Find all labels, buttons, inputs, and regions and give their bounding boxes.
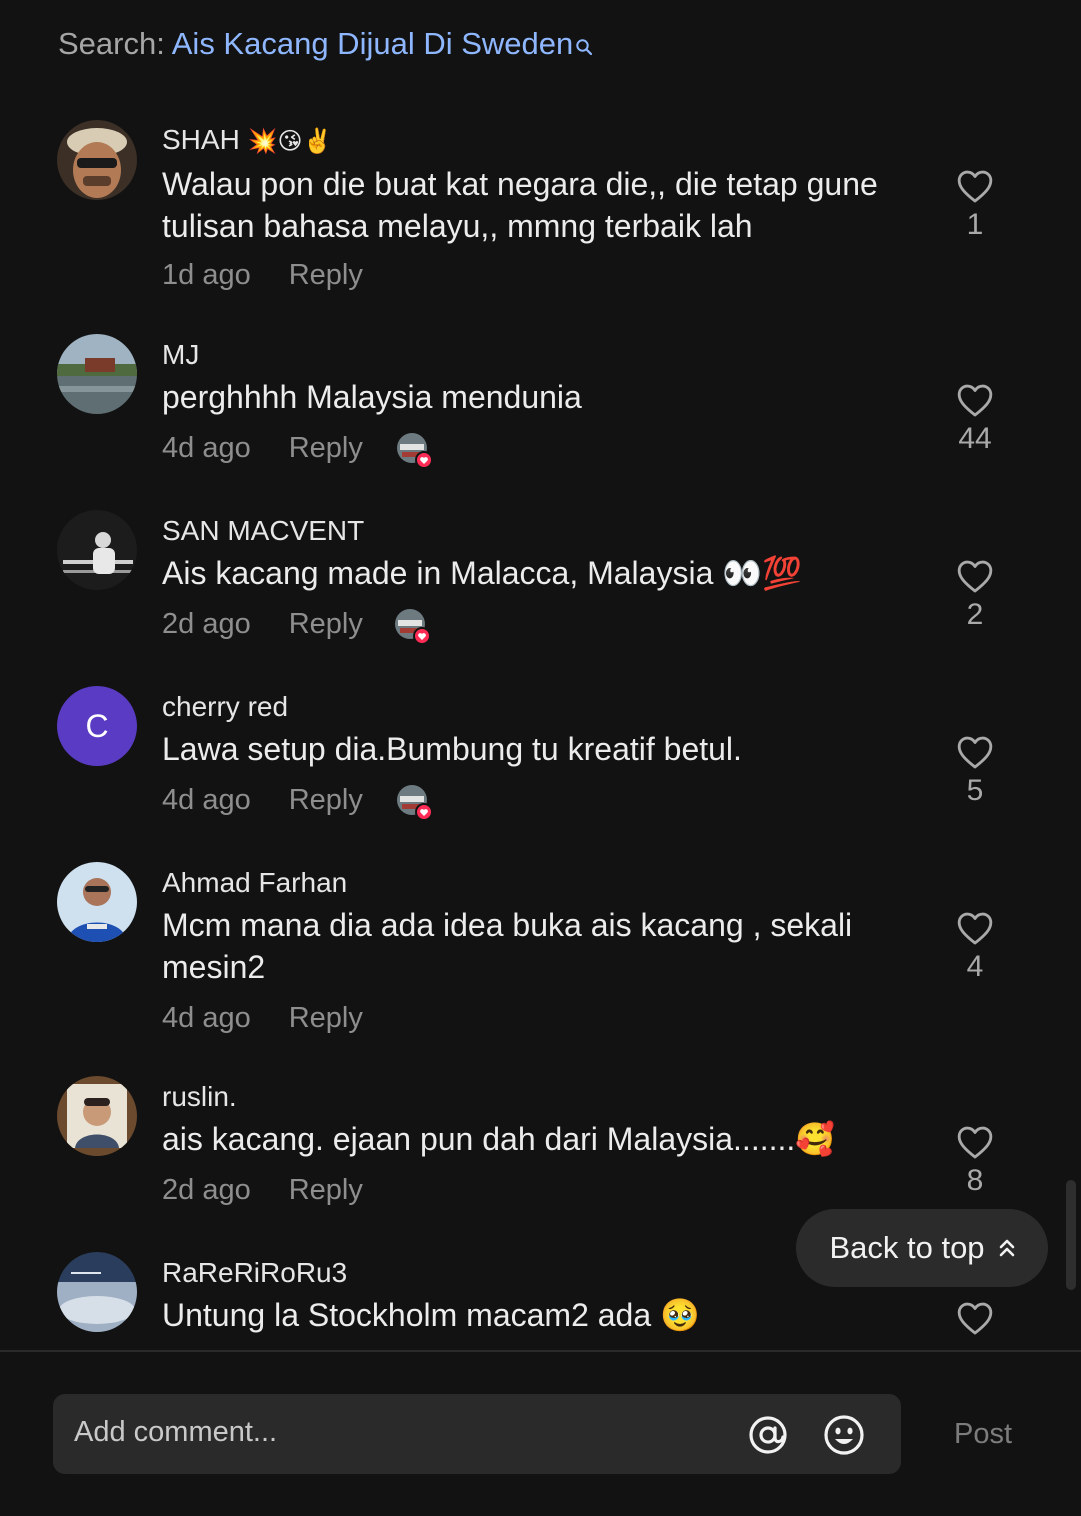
creator-liked-badge bbox=[396, 432, 433, 469]
heart-outline-icon bbox=[957, 1126, 993, 1159]
avatar[interactable] bbox=[57, 334, 137, 414]
comment-time: 4d ago bbox=[162, 784, 251, 816]
heart-outline-icon bbox=[957, 736, 993, 769]
heart-outline-icon bbox=[957, 170, 993, 203]
comment-username[interactable]: SAN MACVENT bbox=[162, 515, 364, 547]
username-emoji: 💥😘✌️ bbox=[247, 128, 333, 155]
back-to-top-label: Back to top bbox=[829, 1230, 985, 1265]
heart-outline-icon bbox=[957, 1302, 993, 1335]
comment-text: Lawa setup dia.Bumbung tu kreatif betul. bbox=[162, 731, 742, 767]
smiley-icon[interactable] bbox=[822, 1413, 866, 1462]
like-count: 4 bbox=[966, 950, 984, 983]
like-count: 44 bbox=[958, 422, 992, 455]
comment-text: ais kacang. ejaan pun dah dari Malaysia.… bbox=[162, 1121, 836, 1157]
comment-time: 4d ago bbox=[162, 1002, 251, 1034]
avatar[interactable] bbox=[57, 1252, 137, 1332]
like-button[interactable]: 1 bbox=[944, 168, 1006, 242]
double-chevron-up-icon bbox=[999, 1239, 1014, 1257]
comment-meta: 2d ago Reply bbox=[162, 608, 363, 641]
comment-meta: 1d ago Reply bbox=[162, 259, 363, 292]
like-count: 2 bbox=[966, 598, 984, 631]
comment-meta: 2d ago Reply bbox=[162, 1174, 363, 1207]
like-button[interactable]: 5 bbox=[944, 734, 1006, 808]
comment-username[interactable]: RaReRiRoRu3 bbox=[162, 1257, 347, 1289]
like-button[interactable]: 8 bbox=[944, 1124, 1006, 1198]
comment-text: Untung la Stockholm macam2 ada 🥹 bbox=[162, 1297, 700, 1333]
comment-username[interactable]: MJ bbox=[162, 339, 199, 371]
comment-meta: 4d ago Reply bbox=[162, 1002, 363, 1035]
creator-liked-badge bbox=[394, 608, 431, 645]
like-button[interactable]: 4 bbox=[944, 910, 1006, 984]
avatar[interactable] bbox=[57, 120, 137, 200]
comment-text: Walau pon die buat kat negara die,, die … bbox=[162, 166, 878, 244]
avatar[interactable] bbox=[57, 510, 137, 590]
reply-button[interactable]: Reply bbox=[289, 432, 363, 464]
reply-button[interactable]: Reply bbox=[289, 608, 363, 640]
back-to-top-button[interactable]: Back to top bbox=[796, 1209, 1048, 1287]
avatar[interactable]: C bbox=[57, 686, 137, 766]
comment-input-placeholder: Add comment... bbox=[74, 1416, 278, 1448]
comment-meta: 4d ago Reply bbox=[162, 432, 363, 465]
comment-text: Mcm mana dia ada idea buka ais kacang , … bbox=[162, 907, 853, 985]
comment-meta: 4d ago Reply bbox=[162, 784, 363, 817]
comment-time: 1d ago bbox=[162, 259, 251, 291]
search-term-link[interactable]: Ais Kacang Dijual Di Sweden bbox=[172, 26, 574, 61]
comment-text: Ais kacang made in Malacca, Malaysia 👀💯 bbox=[162, 555, 802, 591]
like-count: 1 bbox=[966, 208, 984, 241]
comment-username[interactable]: Ahmad Farhan bbox=[162, 867, 347, 899]
reply-button[interactable]: Reply bbox=[289, 1174, 363, 1206]
at-sign-icon[interactable] bbox=[746, 1413, 790, 1462]
heart-outline-icon bbox=[957, 912, 993, 945]
like-button[interactable]: 2 bbox=[944, 558, 1006, 632]
scrollbar-thumb[interactable] bbox=[1066, 1180, 1076, 1290]
post-button[interactable]: Post bbox=[954, 1418, 1012, 1451]
avatar[interactable] bbox=[57, 1076, 137, 1156]
comment-time: 4d ago bbox=[162, 432, 251, 464]
search-header[interactable]: Search: Ais Kacang Dijual Di Sweden bbox=[58, 26, 593, 64]
like-button[interactable]: 44 bbox=[944, 382, 1006, 456]
like-button[interactable] bbox=[944, 1300, 1006, 1336]
search-prefix: Search: bbox=[58, 26, 172, 61]
creator-liked-badge bbox=[396, 784, 433, 821]
heart-outline-icon bbox=[957, 560, 993, 593]
comment-time: 2d ago bbox=[162, 608, 251, 640]
comment-time: 2d ago bbox=[162, 1174, 251, 1206]
like-count: 5 bbox=[966, 774, 984, 807]
reply-button[interactable]: Reply bbox=[289, 259, 363, 291]
avatar[interactable] bbox=[57, 862, 137, 942]
search-icon[interactable] bbox=[575, 28, 593, 64]
comment-text: perghhhh Malaysia mendunia bbox=[162, 379, 582, 415]
comment-username[interactable]: ruslin. bbox=[162, 1081, 237, 1113]
comment-username[interactable]: SHAH 💥😘✌️ bbox=[162, 124, 332, 156]
comment-composer: Add comment... Post bbox=[0, 1352, 1081, 1516]
reply-button[interactable]: Reply bbox=[289, 784, 363, 816]
comment-username[interactable]: cherry red bbox=[162, 691, 288, 723]
reply-button[interactable]: Reply bbox=[289, 1002, 363, 1034]
heart-outline-icon bbox=[957, 384, 993, 417]
like-count: 8 bbox=[966, 1164, 984, 1197]
comment-input[interactable]: Add comment... bbox=[53, 1394, 901, 1474]
